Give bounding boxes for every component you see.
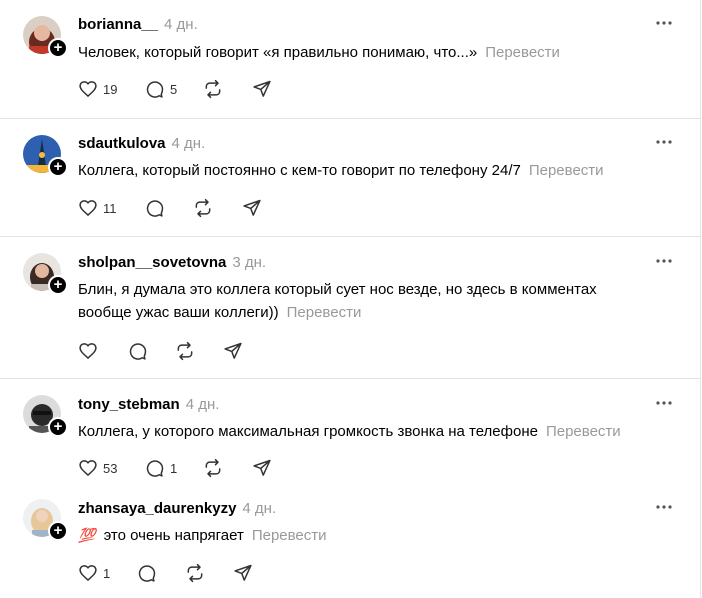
repost-icon	[205, 458, 221, 478]
username[interactable]: borianna__	[78, 16, 158, 33]
repost-button[interactable]	[185, 563, 205, 583]
like-count: 53	[103, 460, 118, 476]
follow-plus-icon[interactable]: +	[48, 275, 68, 295]
username[interactable]: sholpan__sovetovna	[78, 254, 226, 271]
more-icon[interactable]	[655, 20, 673, 26]
reply-button[interactable]	[145, 198, 170, 218]
share-icon	[253, 459, 271, 476]
share-icon	[234, 564, 252, 581]
hundred-points-emoji: 💯	[78, 527, 96, 543]
like-button[interactable]	[78, 341, 98, 361]
share-icon	[243, 199, 261, 216]
post-text-line: Блин, я думала это коллега который сует …	[78, 281, 597, 298]
like-button[interactable]: 11	[78, 198, 117, 218]
share-button[interactable]	[223, 341, 243, 361]
username[interactable]: tony_stebman	[78, 396, 180, 413]
reply-button[interactable]	[137, 563, 157, 583]
heart-icon	[79, 460, 97, 477]
translate-link[interactable]: Перевести	[485, 44, 560, 61]
post-text: Человек, который говорит «я правильно по…	[78, 44, 478, 61]
heart-icon	[79, 200, 97, 217]
more-icon[interactable]	[655, 400, 673, 406]
translate-link[interactable]: Перевести	[546, 423, 621, 440]
reply-count: 1	[170, 460, 178, 476]
post-zhansaya: + zhansaya_daurenkyzy 4 дн. 💯 это очень н…	[0, 483, 700, 598]
timestamp: 4 дн.	[185, 396, 220, 413]
username[interactable]: sdautkulova	[78, 135, 166, 152]
post-text: это очень напрягает	[103, 527, 244, 544]
timestamp: 3 дн.	[232, 254, 267, 271]
repost-icon	[177, 341, 193, 361]
timestamp: 4 дн.	[242, 500, 277, 517]
username[interactable]: zhansaya_daurenkyzy	[78, 500, 236, 517]
like-button[interactable]: 53	[78, 458, 117, 478]
repost-button[interactable]	[203, 458, 223, 478]
post-sholpan: + sholpan__sovetovna 3 дн. Блин, я думала…	[0, 237, 700, 378]
avatar[interactable]: +	[23, 16, 68, 58]
avatar[interactable]: +	[23, 135, 68, 177]
reply-button[interactable]: 5	[145, 79, 177, 99]
like-count: 1	[103, 565, 111, 581]
repost-button[interactable]	[203, 79, 223, 99]
avatar[interactable]: +	[23, 253, 68, 295]
timestamp: 4 дн.	[164, 16, 198, 33]
share-icon	[253, 80, 271, 97]
repost-icon	[205, 79, 221, 99]
repost-icon	[187, 563, 203, 583]
heart-icon	[79, 565, 97, 582]
translate-link[interactable]: Перевести	[529, 162, 604, 179]
reply-icon	[146, 81, 164, 98]
heart-icon	[79, 343, 97, 360]
reply-icon	[129, 343, 147, 360]
post-borianna: + borianna__ 4 дн. Человек, который говор…	[0, 0, 700, 118]
like-count: 11	[103, 200, 117, 216]
reply-icon	[146, 200, 164, 217]
translate-link[interactable]: Перевести	[252, 527, 327, 544]
reply-icon	[138, 565, 156, 582]
share-button[interactable]	[242, 198, 262, 218]
like-button[interactable]: 19	[78, 79, 117, 99]
more-icon[interactable]	[655, 504, 673, 510]
repost-button[interactable]	[193, 198, 213, 218]
reply-icon	[146, 460, 164, 477]
post-text: Коллега, который постоянно с кем-то гово…	[78, 162, 521, 179]
share-button[interactable]	[252, 458, 272, 478]
share-button[interactable]	[252, 79, 272, 99]
repost-button[interactable]	[175, 341, 195, 361]
timestamp: 4 дн.	[171, 135, 206, 152]
follow-plus-icon[interactable]: +	[48, 521, 68, 541]
heart-icon	[79, 81, 97, 98]
translate-link[interactable]: Перевести	[287, 304, 362, 321]
scroll-edge	[700, 0, 701, 598]
reply-button[interactable]: 1	[145, 458, 177, 478]
like-count: 19	[103, 81, 118, 97]
post-tony: + tony_stebman 4 дн. Коллега, у которого …	[0, 379, 700, 487]
repost-icon	[195, 198, 211, 218]
follow-plus-icon[interactable]: +	[48, 417, 68, 437]
more-icon[interactable]	[655, 139, 673, 145]
post-text-line: вообще ужас ваши коллеги))	[78, 304, 279, 321]
share-icon	[224, 342, 242, 359]
avatar[interactable]: +	[23, 395, 68, 437]
follow-plus-icon[interactable]: +	[48, 38, 68, 58]
reply-button[interactable]	[128, 341, 148, 361]
like-button[interactable]: 1	[78, 563, 110, 583]
avatar[interactable]: +	[23, 499, 68, 541]
post-sdautkulova: + sdautkulova 4 дн. Коллега, который пост…	[0, 119, 700, 237]
more-icon[interactable]	[655, 258, 673, 264]
share-button[interactable]	[233, 563, 253, 583]
post-text: Коллега, у которого максимальная громкос…	[78, 423, 538, 440]
follow-plus-icon[interactable]: +	[48, 157, 68, 177]
reply-count: 5	[170, 81, 178, 97]
